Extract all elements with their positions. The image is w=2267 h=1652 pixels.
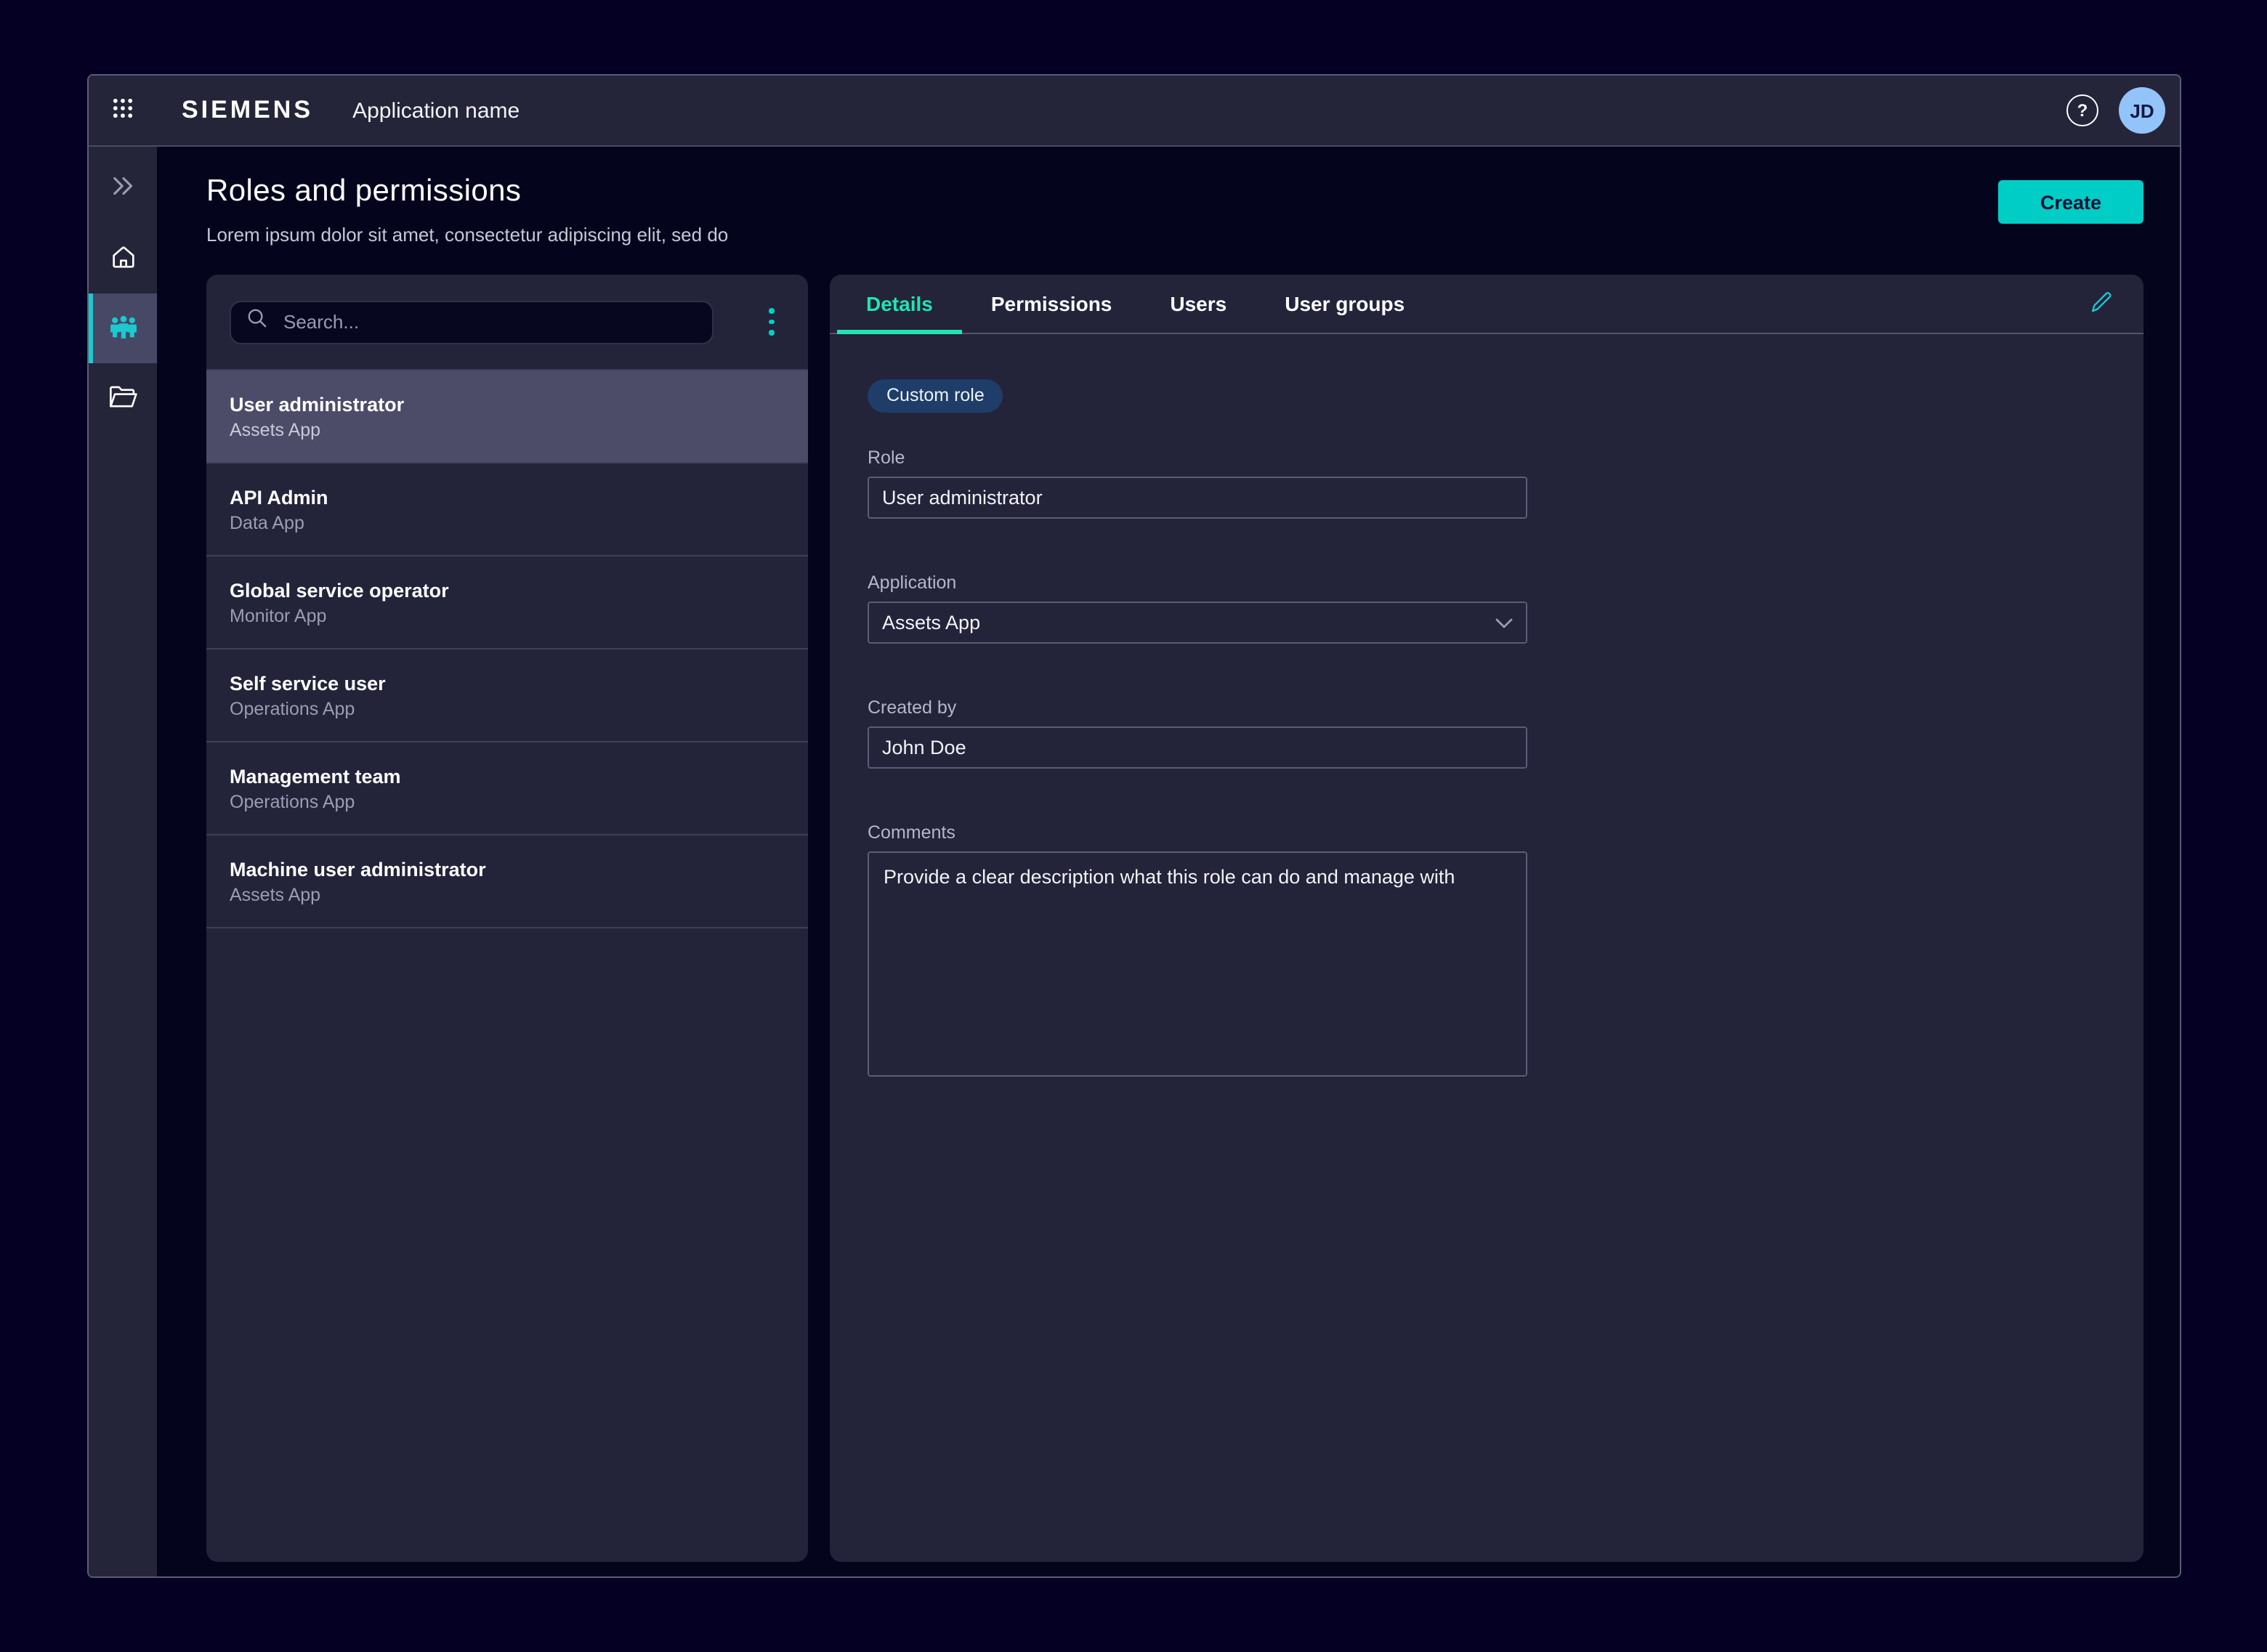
role-label: Role (868, 448, 2106, 468)
role-list-item[interactable]: Management team Operations App (206, 742, 808, 835)
people-group-icon (107, 312, 139, 344)
app-launcher-button[interactable] (89, 76, 157, 145)
application-field-group: Application Assets App (868, 572, 2106, 644)
edit-button[interactable] (2082, 286, 2117, 321)
role-list-item[interactable]: Self service user Operations App (206, 649, 808, 742)
sidebar-item-home[interactable] (89, 224, 157, 293)
role-app: Operations App (230, 791, 785, 811)
sidebar-expand-button[interactable] (101, 167, 145, 208)
double-chevron-right-icon (110, 175, 136, 200)
page-subtitle: Lorem ipsum dolor sit amet, consectetur … (206, 224, 728, 246)
header-actions: ? JD (2066, 87, 2165, 134)
role-name: API Admin (230, 486, 785, 508)
app-body: Roles and permissions Lorem ipsum dolor … (89, 147, 2180, 1576)
tab-details[interactable]: Details (837, 275, 962, 333)
role-app: Data App (230, 512, 785, 533)
search-box (230, 300, 714, 344)
created-by-input[interactable] (868, 726, 1527, 769)
role-input[interactable] (868, 477, 1527, 519)
page-header: Roles and permissions Lorem ipsum dolor … (206, 147, 2143, 275)
role-list-item[interactable]: API Admin Data App (206, 463, 808, 556)
role-name: Self service user (230, 672, 785, 694)
role-app: Assets App (230, 419, 785, 440)
tabs: Details Permissions Users User groups (830, 275, 2143, 334)
role-list-item[interactable]: User administrator Assets App (206, 371, 808, 463)
search-input[interactable] (280, 309, 698, 334)
application-select-value: Assets App (882, 612, 980, 633)
role-name: Machine user administrator (230, 858, 785, 880)
chevron-down-icon (1495, 617, 1513, 628)
role-list-item[interactable]: Global service operator Monitor App (206, 556, 808, 649)
details-form: Custom role Role Application Assets App (830, 334, 2143, 1077)
tab-permissions[interactable]: Permissions (962, 275, 1141, 333)
list-menu-button[interactable] (753, 300, 791, 344)
role-app: Operations App (230, 698, 785, 718)
sidebar-item-files[interactable] (89, 363, 157, 433)
kebab-icon (769, 309, 775, 314)
application-name: Application name (352, 98, 520, 123)
tab-user-groups[interactable]: User groups (1256, 275, 1434, 333)
application-select[interactable]: Assets App (868, 602, 1527, 644)
custom-role-badge: Custom role (868, 379, 1003, 413)
folder-icon (108, 383, 138, 413)
roles-list-header (206, 275, 808, 371)
sidebar-items (89, 224, 157, 433)
role-app: Assets App (230, 884, 785, 904)
avatar[interactable]: JD (2119, 87, 2165, 134)
siemens-logo: SIEMENS (182, 96, 313, 125)
roles-list: User administrator Assets App API Admin … (206, 371, 808, 1562)
top-bar: SIEMENS Application name ? JD (89, 76, 2180, 147)
role-name: User administrator (230, 393, 785, 415)
role-field-group: Role (868, 448, 2106, 519)
sidebar (89, 147, 157, 1576)
help-button[interactable]: ? (2066, 94, 2098, 126)
comments-textarea[interactable]: Provide a clear description what this ro… (868, 851, 1527, 1077)
created-by-field-group: Created by (868, 697, 2106, 769)
app-window: SIEMENS Application name ? JD (87, 74, 2181, 1578)
sidebar-item-users-roles[interactable] (89, 293, 157, 363)
create-button[interactable]: Create (1998, 180, 2143, 224)
comments-field-group: Comments Provide a clear description wha… (868, 822, 2106, 1077)
tab-users[interactable]: Users (1141, 275, 1256, 333)
panels: User administrator Assets App API Admin … (206, 275, 2143, 1562)
role-name: Management team (230, 765, 785, 787)
role-details-panel: Details Permissions Users User groups (830, 275, 2143, 1562)
pencil-icon (2088, 289, 2112, 318)
screen: SIEMENS Application name ? JD (0, 0, 2267, 1652)
role-name: Global service operator (230, 579, 785, 601)
page-header-text: Roles and permissions Lorem ipsum dolor … (206, 147, 728, 246)
search-icon (246, 307, 269, 337)
roles-list-panel: User administrator Assets App API Admin … (206, 275, 808, 1562)
created-by-label: Created by (868, 697, 2106, 718)
main-content: Roles and permissions Lorem ipsum dolor … (157, 147, 2180, 1576)
app-launcher-grid-icon (110, 96, 135, 125)
application-label: Application (868, 572, 2106, 593)
role-list-item[interactable]: Machine user administrator Assets App (206, 835, 808, 928)
question-icon: ? (2077, 102, 2088, 119)
home-icon (108, 242, 137, 275)
role-app: Monitor App (230, 605, 785, 625)
comments-label: Comments (868, 822, 2106, 843)
page-title: Roles and permissions (206, 174, 728, 209)
